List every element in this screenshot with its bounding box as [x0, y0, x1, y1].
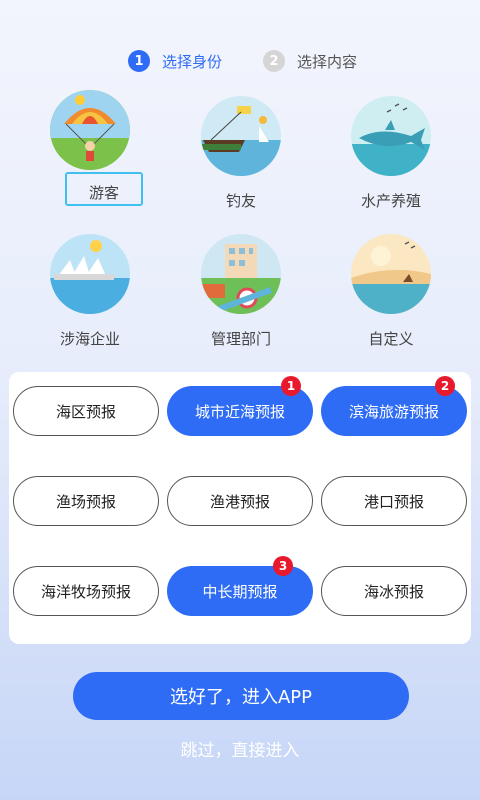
- forecast-label: 渔港预报: [209, 492, 270, 511]
- sunset-beach-icon: [351, 234, 431, 314]
- identity-management[interactable]: 管理部门: [166, 234, 316, 354]
- forecast-label: 海洋牧场预报: [40, 582, 131, 601]
- step-1: 1 选择身份: [128, 50, 222, 72]
- city-building-icon: [201, 234, 281, 314]
- skip-link[interactable]: 跳过，直接进入: [0, 736, 480, 761]
- opera-house-icon: [50, 234, 130, 314]
- forecast-label: 滨海旅游预报: [348, 402, 439, 421]
- step-2-label: 选择内容: [297, 52, 358, 71]
- identity-label: 游客: [88, 184, 119, 202]
- shark-icon: [351, 96, 431, 176]
- forecast-label: 中长期预报: [202, 582, 278, 601]
- selection-order-badge: 2: [435, 376, 455, 396]
- identity-custom[interactable]: 自定义: [316, 234, 466, 354]
- identity-angler[interactable]: 钓友: [166, 96, 316, 216]
- forecast-sea-area[interactable]: 海区预报: [13, 386, 159, 436]
- forecast-label: 港口预报: [363, 492, 424, 511]
- forecast-label: 渔场预报: [55, 492, 116, 511]
- step-indicator: 1 选择身份 2 选择内容: [0, 50, 480, 76]
- step-2: 2 选择内容: [263, 50, 357, 72]
- forecast-label: 海区预报: [55, 402, 116, 421]
- forecast-fishing-ground[interactable]: 渔场预报: [13, 476, 159, 526]
- step-1-label: 选择身份: [162, 52, 223, 71]
- identity-marine-enterprise[interactable]: 涉海企业: [15, 234, 165, 354]
- identity-label: 钓友: [225, 192, 256, 210]
- parachute-icon: [50, 90, 130, 170]
- forecast-coastal-tourism[interactable]: 滨海旅游预报 2: [321, 376, 467, 436]
- forecast-marine-ranch[interactable]: 海洋牧场预报: [13, 566, 159, 616]
- forecast-sea-ice[interactable]: 海冰预报: [321, 566, 467, 616]
- forecast-city-coastal[interactable]: 城市近海预报 1: [167, 376, 313, 436]
- identity-label: 水产养殖: [360, 192, 421, 210]
- identity-label: 自定义: [368, 330, 414, 348]
- forecast-panel: 海区预报 城市近海预报 1 滨海旅游预报 2 渔场预报 渔港预报 港口预报 海洋…: [9, 372, 471, 644]
- forecast-label: 城市近海预报: [194, 402, 285, 421]
- identity-label: 管理部门: [210, 330, 271, 348]
- selection-order-badge: 3: [273, 556, 293, 576]
- selection-order-badge: 1: [281, 376, 301, 396]
- enter-app-button[interactable]: 选好了，进入APP: [73, 672, 409, 720]
- forecast-long-term[interactable]: 中长期预报 3: [167, 556, 313, 616]
- forecast-fishing-port[interactable]: 渔港预报: [167, 476, 313, 526]
- identity-tourist[interactable]: 游客: [15, 90, 165, 210]
- fishing-boat-icon: [201, 96, 281, 176]
- identity-aquaculture[interactable]: 水产养殖: [316, 96, 466, 216]
- step-2-number: 2: [263, 50, 285, 72]
- forecast-harbor[interactable]: 港口预报: [321, 476, 467, 526]
- identity-label: 涉海企业: [59, 330, 120, 348]
- step-1-number: 1: [128, 50, 150, 72]
- forecast-label: 海冰预报: [363, 582, 424, 601]
